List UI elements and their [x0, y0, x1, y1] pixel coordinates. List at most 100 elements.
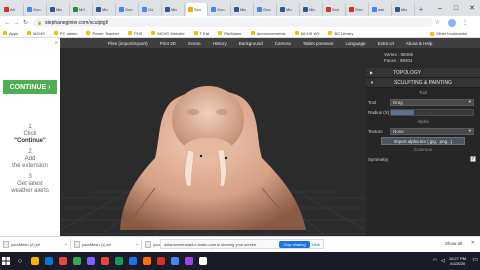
- bookmark-icon: [86, 31, 91, 35]
- taskbar-app-icon[interactable]: [28, 252, 42, 270]
- browser-menu-icon[interactable]: ⋮: [462, 19, 468, 26]
- avatar[interactable]: [448, 18, 456, 27]
- browser-tab[interactable]: Mic: [232, 3, 254, 16]
- browser-tab[interactable]: Go: [140, 3, 162, 16]
- app-menu-item[interactable]: Tablet pressure: [303, 41, 334, 46]
- omnibox[interactable]: 🔒 stephaneginier.com/sculptgl/: [33, 18, 433, 27]
- taskbar-app-icon[interactable]: [126, 252, 140, 270]
- hide-button[interactable]: Hide: [312, 242, 320, 247]
- bookmark-item[interactable]: Power Teacher: [86, 31, 119, 36]
- tool-select[interactable]: Drag ▾: [390, 98, 474, 106]
- download-item[interactable]: yourMesh (1).stl ^: [74, 239, 142, 250]
- close-window-button[interactable]: ✕: [464, 0, 480, 16]
- app-menu-item[interactable]: Scene: [188, 41, 201, 46]
- stop-sharing-button[interactable]: Stop sharing: [279, 240, 310, 248]
- bookmark-item[interactable]: Announcements: [250, 31, 286, 36]
- taskbar-app-icon[interactable]: [84, 252, 98, 270]
- bookmark-item[interactable]: FileMaker: [218, 31, 242, 36]
- search-icon[interactable]: ○: [12, 258, 28, 265]
- app-menu-item[interactable]: Print 3D: [160, 41, 176, 46]
- screen-share-notice: www.screencast-o-matic.com is sharing yo…: [160, 239, 324, 249]
- app-menu-item[interactable]: About & Help: [406, 41, 433, 46]
- maximize-button[interactable]: □: [448, 0, 464, 16]
- app-menu-item[interactable]: History: [213, 41, 227, 46]
- symmetry-checkbox[interactable]: ✓: [470, 156, 476, 162]
- browser-tab[interactable]: Atl: [2, 3, 24, 16]
- forward-icon[interactable]: →: [12, 20, 21, 26]
- bookmark-item[interactable]: PC admin: [53, 30, 78, 36]
- browser-tab[interactable]: Mic: [94, 3, 116, 16]
- sculpt-canvas[interactable]: [60, 48, 377, 236]
- taskbar-app-icon[interactable]: [154, 252, 168, 270]
- app-menu-item[interactable]: Camera: [275, 41, 291, 46]
- taskbar-app-icon[interactable]: [56, 252, 70, 270]
- browser-tab[interactable]: Goo: [347, 3, 369, 16]
- notifications-icon[interactable]: ▭: [472, 256, 478, 263]
- bookmark-item[interactable]: PHS: [128, 31, 142, 36]
- bookmark-item[interactable]: MCHS: [27, 31, 45, 36]
- chevron-up-icon[interactable]: ^: [136, 242, 138, 247]
- download-item[interactable]: yourMesh (2).stl ^: [3, 239, 71, 250]
- show-all-link[interactable]: Show all: [445, 241, 462, 246]
- taskbar-app-icon[interactable]: [98, 252, 112, 270]
- sculpt-header[interactable]: ▼ SCULPTING & PAINTING: [366, 78, 480, 88]
- bookmark-item[interactable]: T Eat: [193, 31, 209, 36]
- reload-icon[interactable]: ↻: [21, 19, 30, 26]
- topology-header[interactable]: ▶ TOPOLOGY: [366, 68, 480, 78]
- bookmark-label: PC admin: [59, 30, 78, 36]
- browser-tab[interactable]: Goo: [117, 3, 139, 16]
- browser-tab[interactable]: ask: [370, 3, 392, 16]
- new-tab-button[interactable]: +: [416, 3, 426, 16]
- ad-continue-button[interactable]: CONTINUE ›: [3, 80, 57, 94]
- taskbar-app-icon[interactable]: [42, 252, 56, 270]
- tab-favicon-icon: [142, 7, 147, 12]
- file-icon: [3, 241, 9, 248]
- app-menu-item[interactable]: Extra UI: [378, 41, 394, 46]
- browser-tab[interactable]: Goo: [255, 3, 277, 16]
- browser-tab[interactable]: Mic: [301, 3, 323, 16]
- import-alpha-button[interactable]: Import alpha tex (.jpg, .png...): [381, 137, 465, 145]
- taskbar-app-icon[interactable]: [112, 252, 126, 270]
- browser-tab[interactable]: Mic: [278, 3, 300, 16]
- back-icon[interactable]: ←: [3, 20, 12, 26]
- chevron-up-icon[interactable]: ^: [65, 242, 67, 247]
- taskbar-app-icon[interactable]: [70, 252, 84, 270]
- download-filename: yourMesh (1).stl: [82, 242, 111, 247]
- browser-tab[interactable]: Scu: [186, 3, 208, 16]
- bookmark-item[interactable]: MCHS W3: [294, 31, 319, 36]
- 3d-viewport[interactable]: [60, 48, 377, 236]
- ad-step-num: 1: [28, 124, 32, 130]
- taskbar-app-icon[interactable]: [196, 252, 210, 270]
- ad-step: 3 Get latest weather alerts: [0, 174, 60, 195]
- browser-tab[interactable]: Goo: [209, 3, 231, 16]
- minimize-button[interactable]: –: [432, 0, 448, 16]
- close-downloads-icon[interactable]: ✕: [471, 240, 475, 246]
- star-icon[interactable]: ☆: [433, 19, 442, 26]
- bookmark-item[interactable]: Other bookmarks: [430, 31, 467, 36]
- radius-slider[interactable]: [390, 108, 474, 116]
- browser-tab[interactable]: Mic: [48, 3, 70, 16]
- wifi-icon[interactable]: ◠: [433, 258, 437, 264]
- app-menu-item[interactable]: Language: [346, 41, 366, 46]
- taskbar-app-icon[interactable]: [140, 252, 154, 270]
- ad-close-icon[interactable]: ✕: [55, 40, 58, 45]
- bookmark-item[interactable]: Apps: [3, 31, 18, 36]
- bookmark-icon: [128, 31, 133, 35]
- taskbar-app-icon[interactable]: [182, 252, 196, 270]
- volume-icon[interactable]: ◁: [441, 258, 445, 264]
- bookmark-item[interactable]: MCHS Website: [151, 31, 185, 36]
- start-button[interactable]: [0, 257, 12, 265]
- browser-tab[interactable]: MC: [71, 3, 93, 16]
- clock[interactable]: 10:27 PM 4/1/2020: [449, 256, 466, 266]
- radius-label: Radius (X): [368, 109, 390, 115]
- browser-tab[interactable]: Scu: [324, 3, 346, 16]
- tool-section-title: Tool: [418, 90, 428, 95]
- app-menu-item[interactable]: Background: [239, 41, 263, 46]
- texture-select[interactable]: None ▾: [390, 127, 474, 135]
- app-menu-item[interactable]: Files (import/export): [108, 41, 148, 46]
- browser-tab[interactable]: Mic: [393, 3, 415, 16]
- browser-tab[interactable]: Mic: [163, 3, 185, 16]
- bookmark-item[interactable]: BC Library: [328, 31, 353, 36]
- taskbar-app-icon[interactable]: [168, 252, 182, 270]
- browser-tab[interactable]: Goo: [25, 3, 47, 16]
